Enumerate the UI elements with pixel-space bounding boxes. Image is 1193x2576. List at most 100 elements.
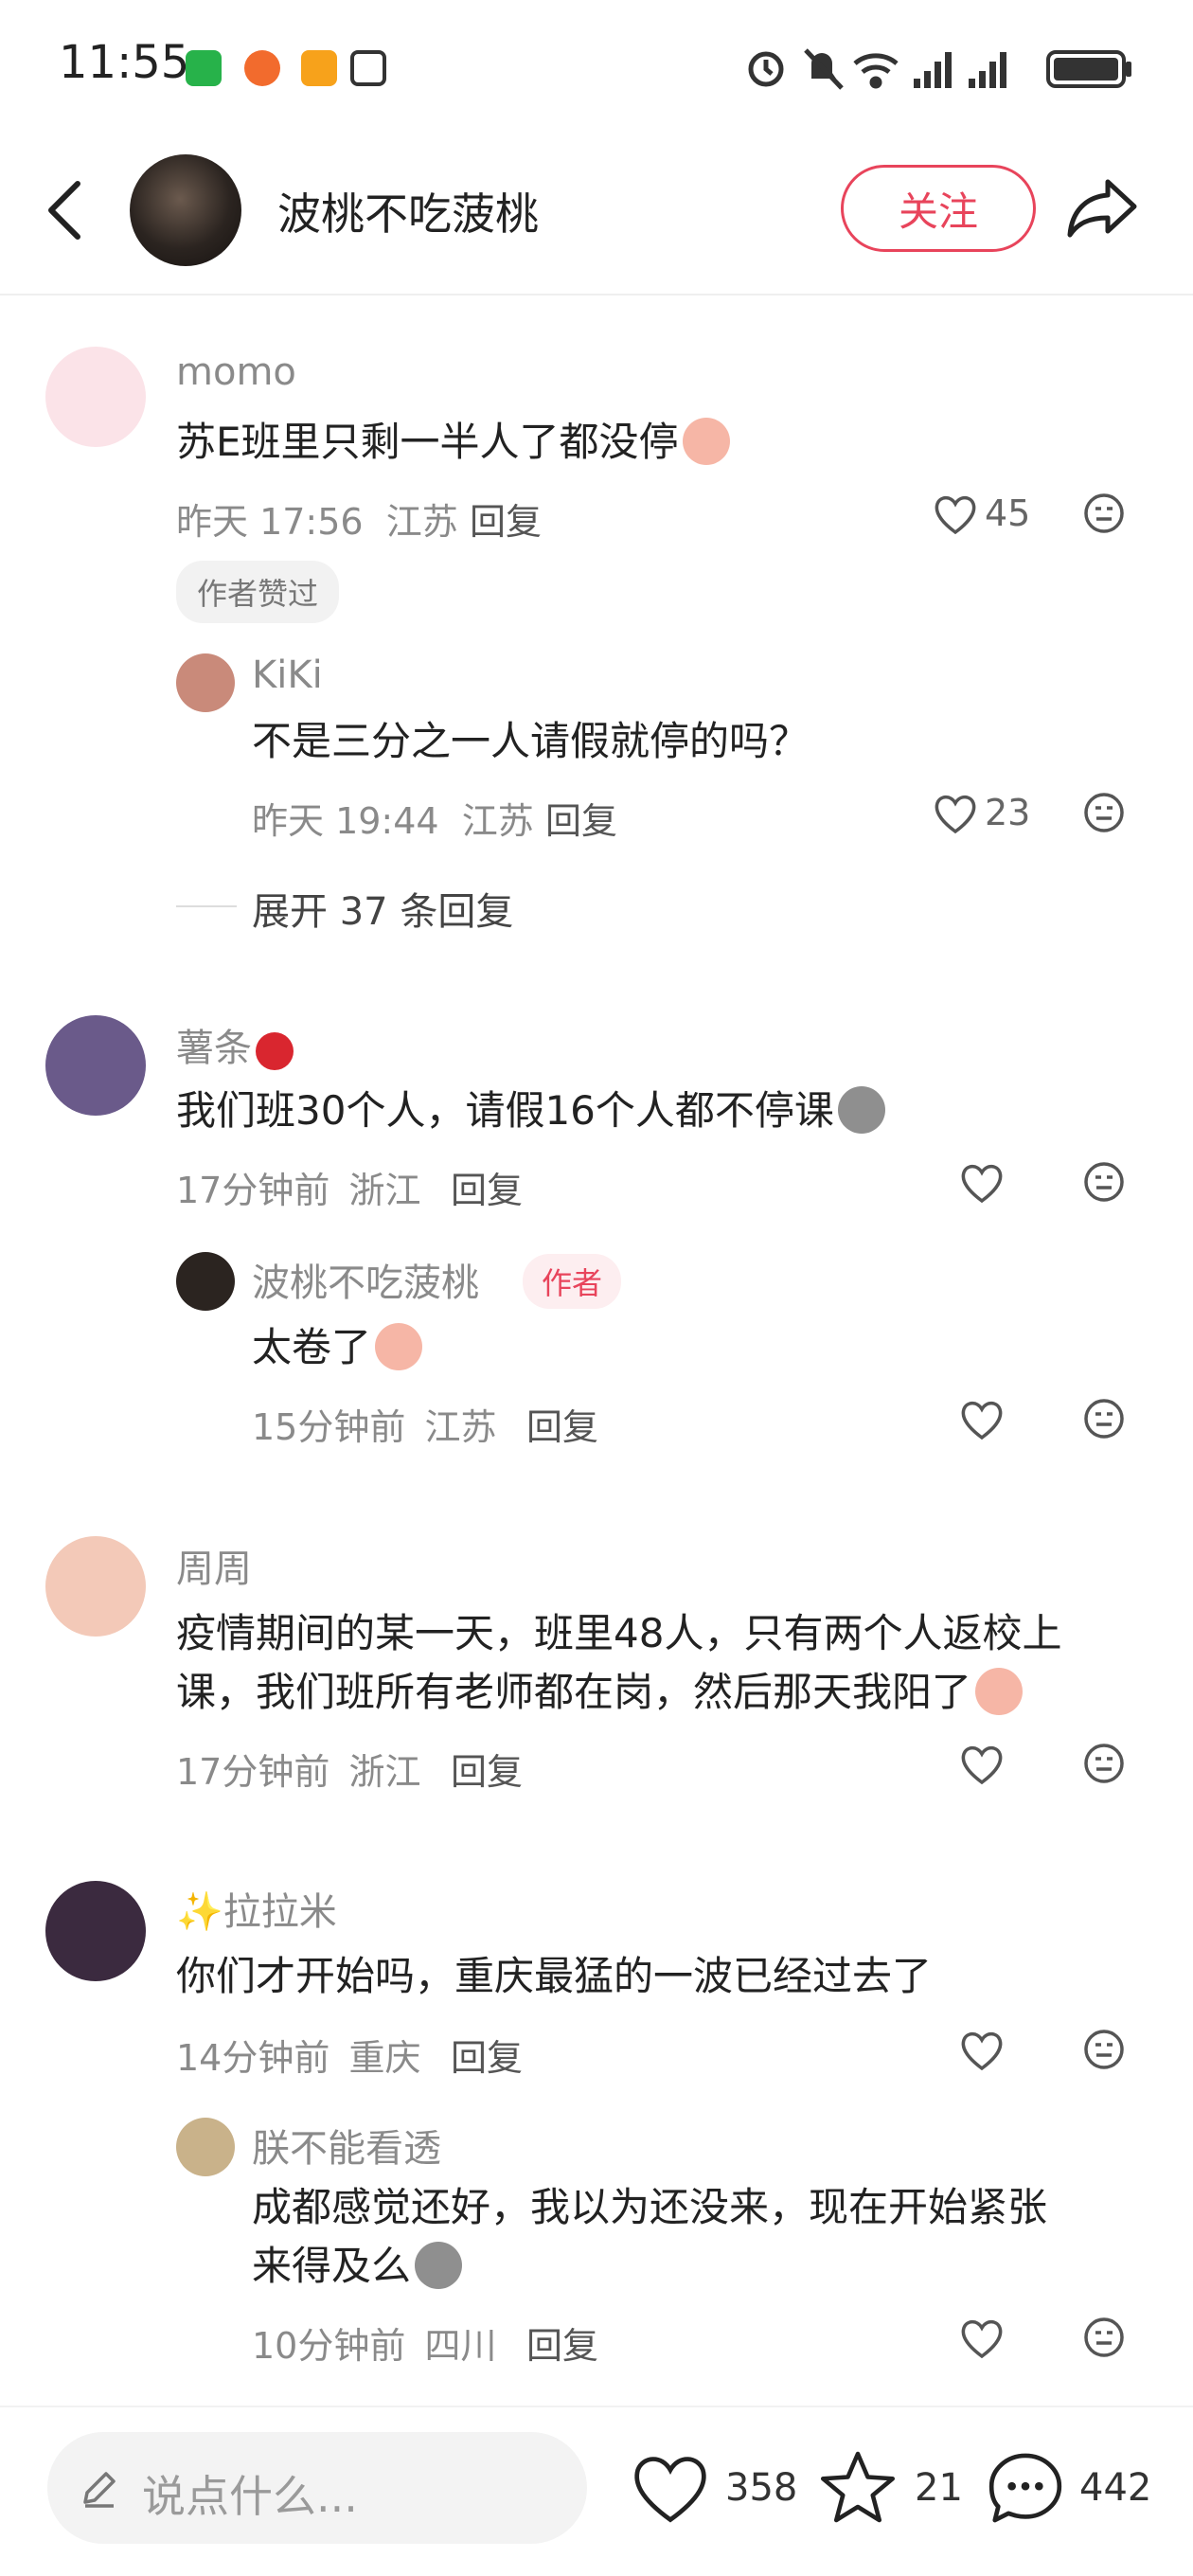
comment-meta: 14分钟前 重庆 bbox=[176, 2029, 420, 2081]
avatar[interactable] bbox=[176, 2118, 235, 2176]
expand-replies-button[interactable]: 展开 37 条回复 bbox=[252, 881, 513, 936]
comment-total: 442 bbox=[1079, 2466, 1152, 2510]
emoji-icon bbox=[415, 2242, 463, 2289]
cherry-icon bbox=[256, 1032, 294, 1070]
comment-author[interactable]: momo bbox=[176, 350, 296, 394]
emoji-reaction-icon[interactable] bbox=[1083, 2317, 1125, 2358]
status-icons bbox=[748, 48, 1131, 90]
avatar[interactable] bbox=[45, 1536, 146, 1637]
comment-location: 浙江 bbox=[348, 1170, 421, 1211]
avatar[interactable] bbox=[45, 1881, 146, 1981]
heart-icon[interactable] bbox=[934, 794, 977, 833]
comment-time: 17分钟前 bbox=[176, 1170, 330, 1211]
heart-icon[interactable] bbox=[960, 2318, 1004, 2358]
avatar[interactable] bbox=[176, 653, 235, 712]
comment-author[interactable]: 薯条 bbox=[176, 1017, 294, 1072]
nfc-icon bbox=[350, 50, 386, 86]
comment-text: 我们班30个人，请假16个人都不停课 bbox=[176, 1082, 885, 1140]
like-count: 45 bbox=[985, 492, 1031, 534]
reply-location: 四川 bbox=[424, 2325, 497, 2367]
comment-location: 江苏 bbox=[385, 501, 458, 543]
reply-button[interactable]: 回复 bbox=[451, 2029, 523, 2081]
emoji-icon bbox=[682, 418, 730, 465]
emoji-icon bbox=[975, 1668, 1024, 1715]
reply-button[interactable]: 回复 bbox=[526, 2317, 598, 2369]
alarm-icon bbox=[748, 51, 784, 87]
avatar[interactable] bbox=[176, 1252, 235, 1311]
comment-text: 苏E班里只剩一半人了都没停 bbox=[176, 413, 730, 472]
comment-time: 昨天 17:56 bbox=[176, 501, 364, 543]
battery-icon bbox=[1046, 50, 1131, 88]
comment-icon[interactable] bbox=[985, 2447, 1066, 2529]
emoji-reaction-icon[interactable] bbox=[1083, 792, 1125, 833]
wifi-icon bbox=[853, 53, 899, 89]
like-post-icon[interactable] bbox=[631, 2453, 710, 2525]
heart-icon[interactable] bbox=[960, 2030, 1004, 2070]
star-icon[interactable] bbox=[818, 2447, 898, 2527]
emoji-icon bbox=[837, 1086, 885, 1134]
comment-text-line2: 课，我们班所有老师都在岗，然后那天我阳了 bbox=[176, 1669, 972, 1715]
comment-location: 重庆 bbox=[348, 2037, 421, 2079]
back-icon[interactable] bbox=[47, 180, 81, 241]
emoji-icon bbox=[375, 1323, 423, 1370]
reply-author[interactable]: 波桃不吃菠桃 bbox=[252, 1252, 479, 1307]
comment-location: 浙江 bbox=[348, 1751, 421, 1793]
app-icon-orange2 bbox=[301, 50, 337, 86]
comment-meta: 17分钟前 浙江 bbox=[176, 1161, 420, 1213]
signal-icon bbox=[969, 52, 1006, 88]
emoji-reaction-icon[interactable] bbox=[1083, 1161, 1125, 1203]
emoji-reaction-icon[interactable] bbox=[1083, 1398, 1125, 1440]
follow-button[interactable]: 关注 bbox=[841, 165, 1036, 252]
reply-text: 来得及么 bbox=[252, 2237, 463, 2296]
reply-meta: 15分钟前 江苏 bbox=[252, 1398, 496, 1450]
reply-text-line1: 成都感觉还好，我以为还没来，现在开始紧张 bbox=[252, 2184, 1048, 2230]
reply-text-line2: 来得及么 bbox=[252, 2243, 412, 2289]
like-count: 23 bbox=[985, 792, 1031, 833]
star-total: 21 bbox=[915, 2466, 963, 2510]
reply-meta: 10分钟前 四川 bbox=[252, 2317, 496, 2369]
pencil-icon bbox=[83, 2472, 116, 2508]
author-badge: 作者 bbox=[523, 1254, 622, 1309]
app-icon-orange bbox=[244, 50, 280, 86]
mute-icon bbox=[804, 48, 844, 90]
reply-button[interactable]: 回复 bbox=[470, 492, 542, 545]
author-liked-badge: 作者赞过 bbox=[176, 561, 340, 623]
emoji-reaction-icon[interactable] bbox=[1083, 1743, 1125, 1784]
avatar[interactable] bbox=[45, 347, 146, 447]
comment-author[interactable]: 周周 bbox=[176, 1538, 252, 1593]
heart-icon[interactable] bbox=[960, 1400, 1004, 1440]
comment-author-name: 薯条 bbox=[176, 1027, 252, 1070]
heart-icon[interactable] bbox=[934, 494, 977, 534]
avatar[interactable] bbox=[45, 1015, 146, 1116]
comment-author[interactable]: ✨拉拉米 bbox=[176, 1881, 337, 1936]
comment-time: 17分钟前 bbox=[176, 1751, 330, 1793]
heart-icon[interactable] bbox=[960, 1163, 1004, 1203]
reply-button[interactable]: 回复 bbox=[545, 792, 617, 844]
reply-author[interactable]: 朕不能看透 bbox=[252, 2118, 441, 2173]
author-name[interactable]: 波桃不吃菠桃 bbox=[277, 180, 539, 242]
status-time: 11:55 bbox=[59, 36, 190, 89]
reply-button[interactable]: 回复 bbox=[451, 1743, 523, 1795]
like-total: 358 bbox=[725, 2466, 798, 2510]
reply-time: 10分钟前 bbox=[252, 2325, 406, 2367]
comment-meta: 17分钟前 浙江 bbox=[176, 1743, 420, 1795]
comment-input-placeholder[interactable]: 说点什么... bbox=[142, 2462, 358, 2525]
comment-text-body: 我们班30个人，请假16个人都不停课 bbox=[176, 1087, 834, 1134]
header-divider bbox=[0, 294, 1193, 295]
emoji-reaction-icon[interactable] bbox=[1083, 2029, 1125, 2070]
reply-button[interactable]: 回复 bbox=[451, 1161, 523, 1213]
reply-text: 太卷了 bbox=[252, 1318, 423, 1377]
emoji-reaction-icon[interactable] bbox=[1083, 492, 1125, 534]
reply-text: 不是三分之一人请假就停的吗？ bbox=[252, 718, 810, 764]
comment-text: 你们才开始吗，重庆最猛的一波已经过去了 bbox=[176, 1953, 933, 1999]
share-icon[interactable] bbox=[1066, 176, 1138, 239]
reply-location: 江苏 bbox=[461, 800, 534, 842]
app-icon-green bbox=[186, 50, 222, 86]
comment-meta: 昨天 17:56 江苏 bbox=[176, 492, 458, 545]
comment-time: 14分钟前 bbox=[176, 2037, 330, 2079]
comment-text-line1: 疫情期间的某一天，班里48人，只有两个人返校上 bbox=[176, 1610, 1062, 1656]
heart-icon[interactable] bbox=[960, 1744, 1004, 1784]
author-avatar[interactable] bbox=[130, 154, 241, 266]
reply-author[interactable]: KiKi bbox=[252, 653, 323, 697]
reply-button[interactable]: 回复 bbox=[526, 1398, 598, 1450]
